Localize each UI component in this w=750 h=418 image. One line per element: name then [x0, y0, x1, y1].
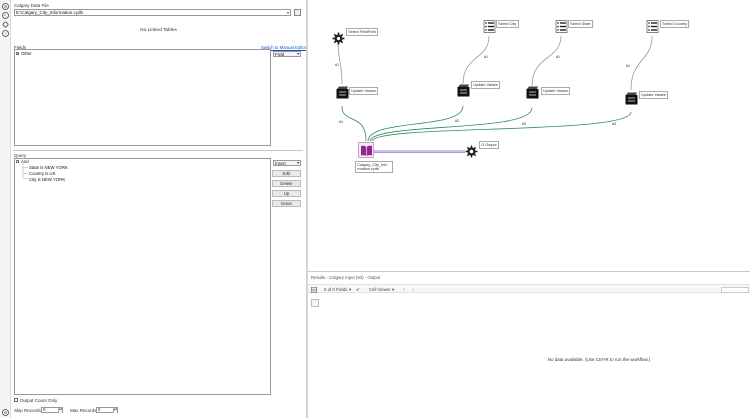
- anchor-label: #3: [522, 122, 526, 126]
- update-values-icon[interactable]: [625, 92, 638, 105]
- update-values-icon[interactable]: [336, 86, 349, 99]
- list-select-icon[interactable]: [555, 20, 568, 33]
- chevron-down-icon: ▾: [297, 52, 299, 56]
- results-toolbar: 0 of 0 Fields ▾ ✔ Cell Viewer ▾ ↑ ↓: [308, 284, 750, 293]
- skip-records-label: Skip Records:: [14, 408, 43, 413]
- tool-label-update-values: Update Values: [471, 81, 501, 89]
- results-panel: Results - Calgary Input (93) - Output 0 …: [308, 271, 750, 418]
- max-records-label: Max Records:: [70, 408, 98, 413]
- search-input[interactable]: [721, 286, 749, 293]
- no-data-message: No data available. (Use Ctrl+R to run th…: [547, 357, 651, 362]
- tool-label-update-values: Update Values: [639, 91, 669, 99]
- anchor-label: #1: [484, 55, 488, 59]
- chevron-down-icon[interactable]: ▾: [287, 10, 289, 15]
- left-icon-rail: ⚙ ↖ ? ⚙: [0, 0, 11, 418]
- file-label: Calgary Data File: [14, 3, 49, 8]
- anchor-label: #1: [556, 55, 560, 59]
- arrow-down-icon[interactable]: ↓: [412, 287, 414, 292]
- down-button[interactable]: Down: [272, 200, 301, 207]
- workflow-canvas[interactable]: Select FieldPath Select City Select Stat…: [308, 0, 750, 271]
- tool-label-update-values: Update Values: [541, 87, 571, 95]
- section-divider: [13, 150, 303, 151]
- max-records-input[interactable]: 0 ▴▾: [96, 407, 118, 413]
- fields-tree-item[interactable]: + Other: [16, 51, 32, 56]
- tree-lines: [22, 162, 28, 179]
- spinner-icon: ▴▾: [58, 407, 63, 413]
- list-select-icon[interactable]: [483, 20, 496, 33]
- results-side-tab[interactable]: [311, 299, 319, 307]
- query-condition[interactable]: Country is US: [29, 171, 56, 176]
- no-linked-tables-text: No Linked Tables: [140, 28, 177, 33]
- cursor-icon[interactable]: ↖: [2, 12, 9, 19]
- gear-icon[interactable]: [332, 32, 345, 45]
- output-tool-icon[interactable]: [465, 145, 478, 158]
- settings-small-icon[interactable]: ⚙: [2, 409, 9, 416]
- fields-count[interactable]: 0 of 0 Fields: [324, 287, 347, 292]
- cell-viewer-button[interactable]: Cell Viewer: [369, 287, 391, 292]
- tool-label-select-city: Select City: [496, 20, 519, 28]
- browse-button[interactable]: [294, 9, 301, 16]
- query-tree[interactable]: [14, 158, 271, 395]
- anchor-label: #1: [339, 120, 343, 124]
- gear-icon[interactable]: ⚙: [2, 3, 9, 10]
- query-condition[interactable]: State is NEW YORK: [29, 165, 68, 170]
- anchor-label: #2: [455, 119, 459, 123]
- connections: [337, 35, 653, 153]
- tool-label-select-fieldpath: Select FieldPath: [346, 28, 379, 36]
- chevron-down-icon: ▾: [297, 161, 299, 165]
- results-title: Results - Calgary Input (93) - Output: [311, 275, 381, 280]
- grid-icon[interactable]: [311, 286, 317, 293]
- update-values-icon[interactable]: [526, 86, 539, 99]
- book-icon: [361, 145, 372, 156]
- insert-dropdown[interactable]: Insert ▾: [273, 160, 301, 166]
- tool-label-calgary-input: Calgary_City_Info rmation.cydb: [355, 161, 393, 174]
- fields-tree[interactable]: [14, 49, 271, 146]
- arrow-up-icon[interactable]: ↑: [403, 287, 405, 292]
- up-button[interactable]: Up: [272, 190, 301, 197]
- tool-label-select-state: Select State: [568, 20, 593, 28]
- edit-button[interactable]: Edit: [272, 170, 301, 177]
- update-values-icon[interactable]: [457, 84, 470, 97]
- spinner-icon: ▴▾: [113, 407, 118, 413]
- chevron-down-icon[interactable]: ▾: [349, 287, 351, 293]
- skip-records-input[interactable]: 0 ▴▾: [41, 407, 63, 413]
- calgary-file-input[interactable]: E:\Calgary_City_Information.cydb ▾: [14, 9, 291, 16]
- anchor-label: #1: [335, 63, 339, 67]
- tool-label-output: O Output: [479, 141, 499, 149]
- delete-button[interactable]: Delete: [272, 180, 301, 187]
- output-count-label: Output Count Only: [20, 398, 58, 403]
- tool-label-select-country: Select Country: [660, 20, 690, 28]
- checkmark-icon[interactable]: ✔: [356, 287, 360, 293]
- list-select-icon[interactable]: [646, 20, 659, 33]
- chevron-down-icon[interactable]: ▾: [392, 287, 394, 293]
- expand-icon[interactable]: +: [16, 52, 19, 56]
- anchor-label: #1: [626, 64, 630, 68]
- query-condition[interactable]: City is NEW YORK: [29, 177, 65, 182]
- output-count-checkbox[interactable]: [14, 398, 18, 402]
- anchor-label: #4: [612, 122, 616, 126]
- tool-label-update-values: Update Values: [349, 87, 379, 95]
- field-dropdown[interactable]: Field ▾: [273, 51, 301, 57]
- collapse-icon[interactable]: −: [16, 160, 19, 164]
- tag-icon[interactable]: [1, 20, 10, 29]
- file-value: E:\Calgary_City_Information.cydb: [16, 10, 84, 15]
